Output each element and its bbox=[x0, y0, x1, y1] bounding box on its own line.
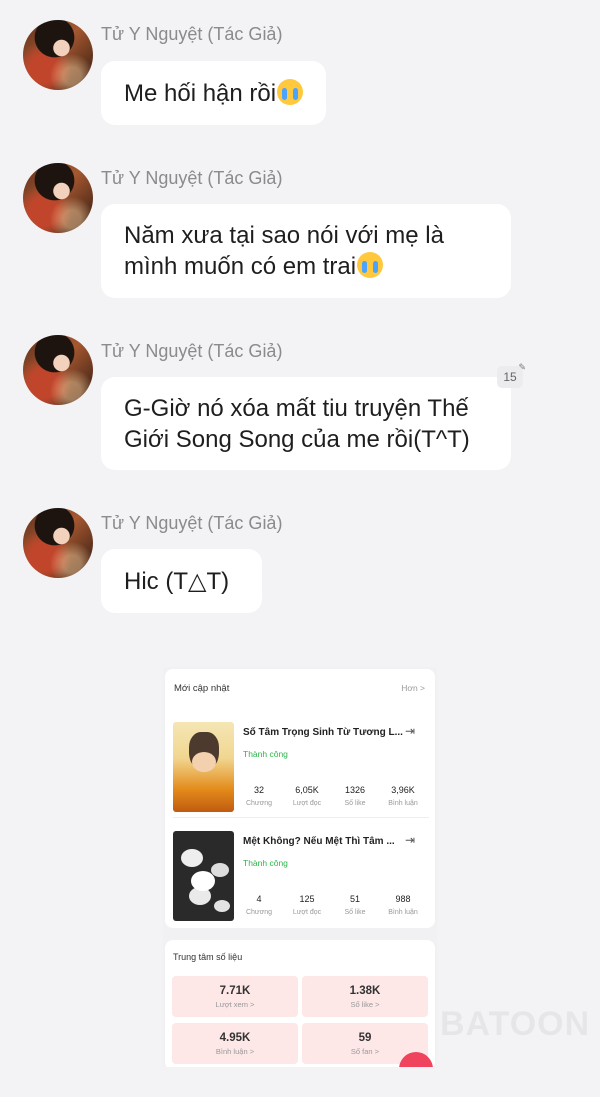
likes-tile: 1.38K Số like > bbox=[302, 976, 428, 1017]
book-title: Mệt Không? Nếu Mệt Thì Tâm ... bbox=[243, 836, 395, 847]
book-status: Thành công bbox=[243, 749, 288, 759]
comments-tile: 4.95K Bình luận > bbox=[172, 1023, 298, 1064]
watermark: BATOON bbox=[440, 1005, 591, 1043]
pencil-icon: ✎ bbox=[518, 362, 526, 372]
author-avatar[interactable] bbox=[23, 508, 93, 578]
book-title: Sổ Tâm Trọng Sinh Từ Tương L... bbox=[243, 727, 403, 738]
book-item: Sổ Tâm Trọng Sinh Từ Tương L... ⇥ Thành … bbox=[165, 722, 435, 822]
divider bbox=[173, 817, 429, 818]
data-center-title: Trung tâm số liệu bbox=[173, 952, 243, 962]
author-name: Tử Y Nguyệt (Tác Giả) bbox=[101, 24, 283, 44]
recent-updates-card: Mới cập nhật Hơn > Sổ Tâm Trọng Sinh Từ … bbox=[165, 669, 435, 928]
message-bubble: Hic (T△T) bbox=[101, 549, 262, 613]
stat-reads: 125 Lượt đọc bbox=[292, 894, 322, 916]
author-name: Tử Y Nguyệt (Tác Giả) bbox=[101, 341, 283, 361]
crying-emoji-icon bbox=[357, 252, 384, 278]
message-bubble: Năm xưa tại sao nói với mẹ là mình muốn c… bbox=[101, 204, 511, 298]
message-text: Me hối hận rồi bbox=[124, 78, 304, 109]
message-text: Hic (T△T) bbox=[124, 567, 230, 595]
reply-count-badge[interactable]: 15 ✎ bbox=[497, 362, 526, 388]
attached-screenshot[interactable]: Mới cập nhật Hơn > Sổ Tâm Trọng Sinh Từ … bbox=[163, 667, 437, 1067]
message-text: Năm xưa tại sao nói với mẹ là mình muốn c… bbox=[124, 222, 444, 280]
more-link: Hơn > bbox=[401, 683, 425, 693]
data-center-card: Trung tâm số liệu 7.71K Lượt xem > 1.38K S… bbox=[165, 940, 435, 1067]
stat-comments: 3,96K Bình luận bbox=[388, 785, 418, 807]
message-bubble: G-Giờ nó xóa mất tiu truyện Thế Giới Song… bbox=[101, 377, 511, 470]
stat-chapters: 32 Chương bbox=[245, 785, 272, 807]
author-name: Tử Y Nguyệt (Tác Giả) bbox=[101, 168, 283, 188]
author-avatar[interactable] bbox=[23, 163, 93, 233]
author-avatar[interactable] bbox=[23, 335, 93, 405]
stat-likes: 51 Số like bbox=[344, 894, 366, 916]
export-icon: ⇥ bbox=[405, 724, 416, 738]
export-icon: ⇥ bbox=[405, 833, 416, 847]
message-text: G-Giờ nó xóa mất tiu truyện Thế Giới Song… bbox=[124, 394, 470, 453]
message-bubble: Me hối hận rồi bbox=[101, 61, 327, 125]
views-tile: 7.71K Lượt xem > bbox=[172, 976, 298, 1017]
stat-likes: 1326 Số like bbox=[344, 785, 366, 807]
book-item: Mệt Không? Nếu Mệt Thì Tâm ... ⇥ Thành c… bbox=[165, 831, 435, 931]
stat-comments: 988 Bình luận bbox=[388, 894, 418, 916]
book-status: Thành công bbox=[243, 858, 288, 868]
stat-chapters: 4 Chương bbox=[245, 894, 272, 916]
crying-emoji-icon bbox=[277, 78, 304, 105]
recent-updates-title: Mới cập nhật bbox=[174, 683, 230, 694]
book-cover bbox=[173, 722, 234, 812]
author-name: Tử Y Nguyệt (Tác Giả) bbox=[101, 513, 283, 533]
author-avatar[interactable] bbox=[23, 20, 93, 90]
stat-reads: 6,05K Lượt đọc bbox=[292, 785, 322, 807]
book-cover bbox=[173, 831, 234, 921]
